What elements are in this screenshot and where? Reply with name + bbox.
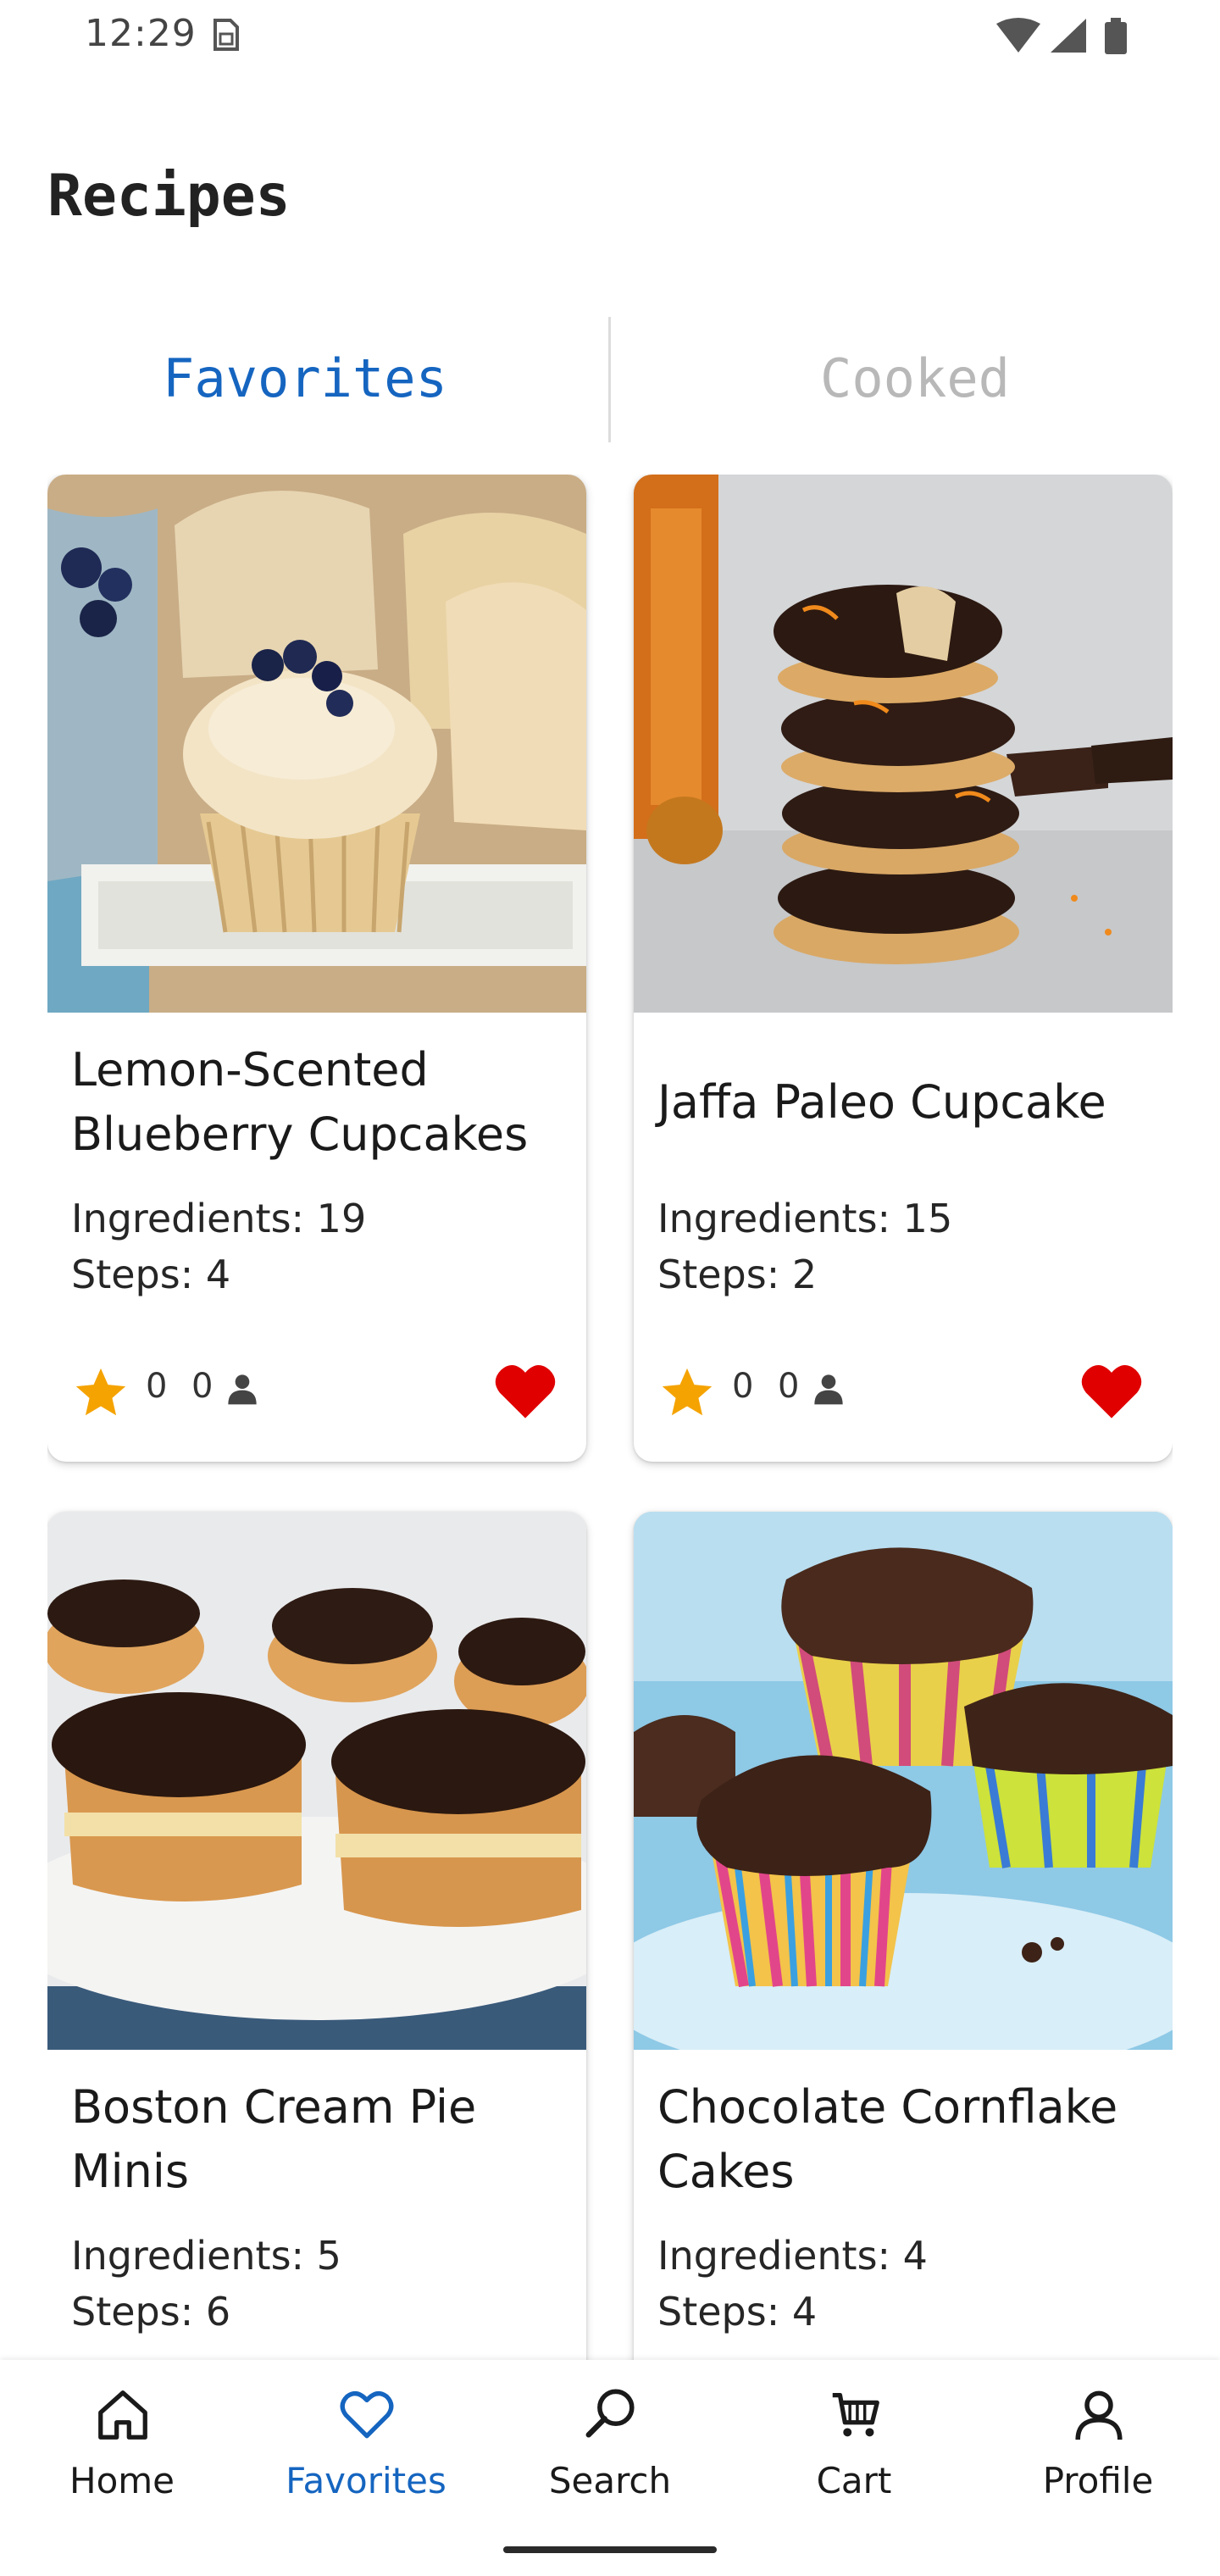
- recipe-image: [47, 1512, 586, 2050]
- ingredients-count: Ingredients: 5: [71, 2233, 341, 2279]
- ingredients-count: Ingredients: 15: [657, 1196, 953, 1241]
- cooked-count: 0: [191, 1367, 214, 1406]
- recipe-card[interactable]: Chocolate Cornflake Cakes Ingredients: 4…: [634, 1512, 1173, 2360]
- recipe-image: [634, 1512, 1173, 2050]
- sim-card-icon: [214, 19, 239, 51]
- recipe-title: Boston Cream Pie Minis: [71, 2080, 477, 2198]
- nav-label: Favorites: [286, 2460, 446, 2501]
- status-bar: 12:29: [0, 0, 1220, 76]
- ingredients-count: Ingredients: 4: [657, 2233, 928, 2279]
- recipe-title: Jaffa Paleo Cupcake: [657, 1075, 1106, 1129]
- steps-count: Steps: 4: [71, 1252, 231, 1297]
- card-footer: 0 0: [657, 1358, 1149, 1426]
- steps-count: Steps: 6: [71, 2289, 231, 2334]
- home-icon: [98, 2390, 147, 2440]
- nav-label: Home: [69, 2460, 175, 2501]
- nav-profile[interactable]: Profile: [976, 2385, 1220, 2529]
- recipe-grid: Lemon-Scented Blueberry Cupcakes Ingredi…: [47, 475, 1173, 2360]
- recipe-title: Chocolate Cornflake Cakes: [657, 2080, 1118, 2198]
- card-footer: 0 0: [71, 1358, 563, 1426]
- rating-count: 0: [732, 1367, 754, 1406]
- nav-cart[interactable]: Cart: [732, 2385, 976, 2529]
- steps-count: Steps: 2: [657, 1252, 818, 1297]
- tab-bar: Favorites Cooked: [0, 314, 1220, 442]
- recipe-image: [47, 475, 586, 1013]
- recipe-card[interactable]: Boston Cream Pie Minis Ingredients: 5 St…: [47, 1512, 586, 2360]
- bottom-navigation: Home Favorites Search Cart Profile: [0, 2360, 1220, 2576]
- favorite-heart-icon[interactable]: [493, 1362, 557, 1421]
- status-time: 12:29: [85, 12, 197, 55]
- profile-icon: [1075, 2390, 1123, 2440]
- star-icon: [75, 1368, 126, 1416]
- person-icon: [228, 1374, 257, 1405]
- nav-favorites[interactable]: Favorites: [244, 2385, 488, 2529]
- tab-favorites[interactable]: Favorites: [0, 314, 610, 442]
- nav-search[interactable]: Search: [488, 2385, 732, 2529]
- battery-icon: [1105, 18, 1127, 54]
- page-title: Recipes: [47, 163, 291, 230]
- nav-home[interactable]: Home: [0, 2385, 244, 2529]
- home-indicator[interactable]: [503, 2546, 717, 2553]
- cooked-count: 0: [778, 1367, 800, 1406]
- ingredients-count: Ingredients: 19: [71, 1196, 367, 1241]
- recipe-card[interactable]: Lemon-Scented Blueberry Cupcakes Ingredi…: [47, 475, 586, 1462]
- rating-count: 0: [146, 1367, 168, 1406]
- system-status-icons: [996, 18, 1127, 54]
- heart-icon: [340, 2391, 394, 2439]
- recipe-card[interactable]: Jaffa Paleo Cupcake Ingredients: 15 Step…: [634, 475, 1173, 1462]
- signal-icon: [1051, 19, 1086, 53]
- search-icon: [585, 2389, 635, 2438]
- nav-label: Profile: [1042, 2460, 1154, 2501]
- tab-cooked[interactable]: Cooked: [610, 314, 1220, 442]
- wifi-icon: [996, 18, 1040, 53]
- nav-label: Search: [548, 2460, 672, 2501]
- nav-label: Cart: [816, 2460, 892, 2501]
- star-icon: [662, 1368, 713, 1416]
- steps-count: Steps: 4: [657, 2289, 818, 2334]
- recipe-image: [634, 475, 1173, 1013]
- person-icon: [814, 1374, 843, 1405]
- favorite-heart-icon[interactable]: [1079, 1362, 1144, 1421]
- recipe-title: Lemon-Scented Blueberry Cupcakes: [71, 1043, 529, 1161]
- cart-icon: [832, 2393, 879, 2437]
